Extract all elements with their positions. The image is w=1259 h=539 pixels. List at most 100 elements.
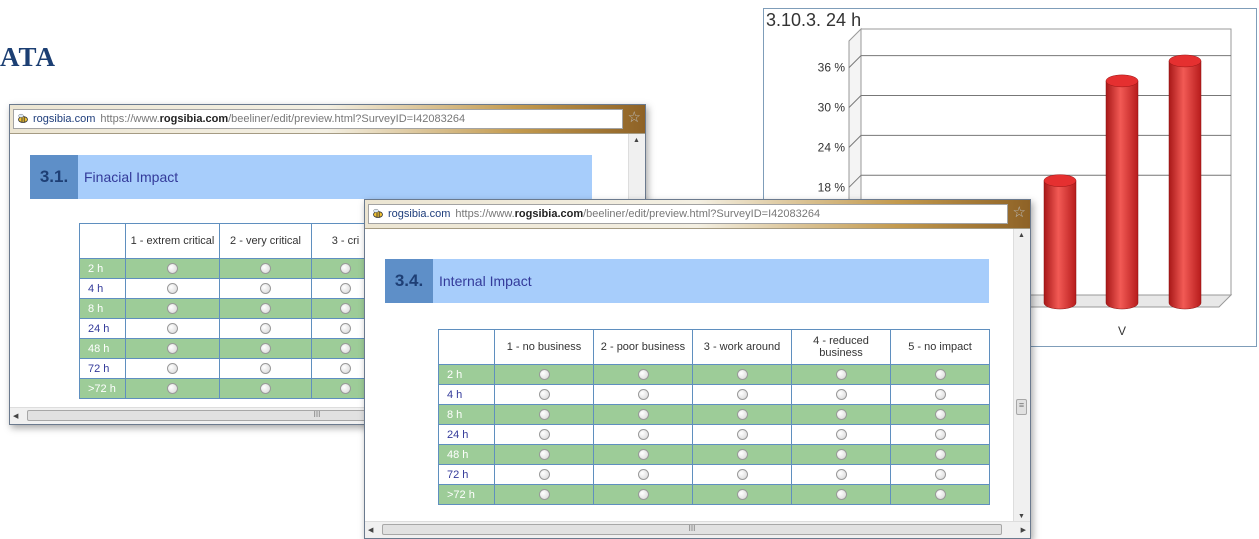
grid-row: 4 h — [438, 384, 990, 405]
radio-button[interactable] — [340, 343, 351, 355]
grid-row: 8 h — [438, 404, 990, 425]
radio-button[interactable] — [934, 409, 946, 421]
radio-button[interactable] — [835, 489, 847, 501]
grid-cell — [219, 358, 312, 379]
radio-button[interactable] — [340, 283, 351, 295]
vertical-scroll-thumb[interactable]: ≡ — [1016, 399, 1027, 415]
radio-button[interactable] — [835, 469, 847, 481]
radio-button[interactable] — [340, 323, 351, 335]
radio-button[interactable] — [260, 363, 271, 375]
radio-button[interactable] — [637, 409, 649, 421]
radio-button[interactable] — [167, 343, 178, 355]
horizontal-scroll-thumb[interactable]: III — [382, 524, 1002, 535]
grid-cell — [890, 424, 990, 445]
radio-button[interactable] — [736, 429, 748, 441]
radio-button[interactable] — [736, 409, 748, 421]
radio-button[interactable] — [167, 363, 178, 375]
survey-grid: 1 - extrem critical 2 - very critical 3 - … — [79, 223, 380, 399]
scroll-down-arrow-icon[interactable]: ▼ — [1018, 513, 1025, 520]
address-bar: rogsibia.com https://www.rogsibia.com/be… — [10, 105, 645, 134]
radio-button[interactable] — [538, 409, 550, 421]
radio-button[interactable] — [934, 469, 946, 481]
radio-button[interactable] — [736, 369, 748, 381]
radio-button[interactable] — [736, 389, 748, 401]
grid-cell — [593, 404, 693, 425]
grid-row: >72 h — [438, 484, 990, 505]
radio-button[interactable] — [835, 409, 847, 421]
radio-button[interactable] — [538, 429, 550, 441]
radio-button[interactable] — [637, 449, 649, 461]
radio-button[interactable] — [167, 323, 178, 335]
radio-button[interactable] — [167, 263, 178, 275]
radio-button[interactable] — [167, 283, 178, 295]
radio-button[interactable] — [260, 303, 271, 315]
radio-button[interactable] — [260, 263, 271, 275]
radio-button[interactable] — [835, 369, 847, 381]
grid-cell — [219, 338, 312, 359]
chart-bar-top — [1105, 74, 1139, 88]
radio-button[interactable] — [260, 323, 271, 335]
radio-button[interactable] — [260, 383, 271, 395]
scroll-up-arrow-icon[interactable]: ▲ — [633, 137, 640, 144]
radio-button[interactable] — [538, 389, 550, 401]
scroll-left-arrow-icon[interactable]: ◀ — [368, 526, 373, 534]
grid-cell — [692, 424, 792, 445]
radio-button[interactable] — [934, 489, 946, 501]
radio-button[interactable] — [637, 469, 649, 481]
radio-button[interactable] — [538, 449, 550, 461]
radio-button[interactable] — [736, 449, 748, 461]
radio-button[interactable] — [736, 489, 748, 501]
url-field[interactable]: rogsibia.com https://www.rogsibia.com/be… — [368, 204, 1008, 224]
grid-corner-cell — [438, 329, 495, 365]
radio-button[interactable] — [637, 429, 649, 441]
grid-row-label: 8 h — [438, 404, 495, 425]
radio-button[interactable] — [934, 389, 946, 401]
radio-button[interactable] — [340, 383, 351, 395]
radio-button[interactable] — [538, 489, 550, 501]
radio-button[interactable] — [260, 283, 271, 295]
vertical-scrollbar[interactable]: ▲ ≡ ▼ — [1013, 229, 1030, 522]
bookmark-star-icon[interactable]: ☆ — [1013, 205, 1026, 221]
grid-row: 24 h — [438, 424, 990, 445]
scroll-up-arrow-icon[interactable]: ▲ — [1018, 232, 1025, 239]
scroll-right-arrow-icon[interactable]: ▶ — [1021, 526, 1026, 534]
grid-cell — [125, 278, 220, 299]
radio-button[interactable] — [835, 429, 847, 441]
radio-button[interactable] — [260, 343, 271, 355]
grid-cell — [890, 464, 990, 485]
bookmark-star-icon[interactable]: ☆ — [628, 110, 641, 126]
radio-button[interactable] — [167, 303, 178, 315]
radio-button[interactable] — [736, 469, 748, 481]
radio-button[interactable] — [538, 369, 550, 381]
section-title: Internal Impact — [439, 273, 532, 289]
section-header: 3.4. Internal Impact — [385, 259, 989, 303]
radio-button[interactable] — [637, 489, 649, 501]
horizontal-scrollbar[interactable]: ◀ III ▶ — [365, 521, 1030, 538]
radio-button[interactable] — [934, 369, 946, 381]
grid-cell — [890, 384, 990, 405]
grid-row-label: 4 h — [79, 278, 126, 299]
grid-cell — [219, 278, 312, 299]
radio-button[interactable] — [835, 389, 847, 401]
grid-cell — [593, 384, 693, 405]
grid-cell — [494, 444, 594, 465]
radio-button[interactable] — [340, 363, 351, 375]
grid-cell — [593, 484, 693, 505]
grid-cell — [890, 404, 990, 425]
radio-button[interactable] — [340, 263, 351, 275]
radio-button[interactable] — [934, 429, 946, 441]
chart-bar — [1105, 80, 1139, 310]
scroll-left-arrow-icon[interactable]: ◀ — [13, 412, 18, 420]
radio-button[interactable] — [637, 369, 649, 381]
grid-cell — [692, 404, 792, 425]
grid-row: 2 h — [438, 364, 990, 385]
grid-cell — [219, 318, 312, 339]
radio-button[interactable] — [934, 449, 946, 461]
grid-column-header: 4 - reduced business — [791, 329, 891, 365]
radio-button[interactable] — [340, 303, 351, 315]
radio-button[interactable] — [167, 383, 178, 395]
radio-button[interactable] — [835, 449, 847, 461]
radio-button[interactable] — [637, 389, 649, 401]
url-field[interactable]: rogsibia.com https://www.rogsibia.com/be… — [13, 109, 623, 129]
radio-button[interactable] — [538, 469, 550, 481]
